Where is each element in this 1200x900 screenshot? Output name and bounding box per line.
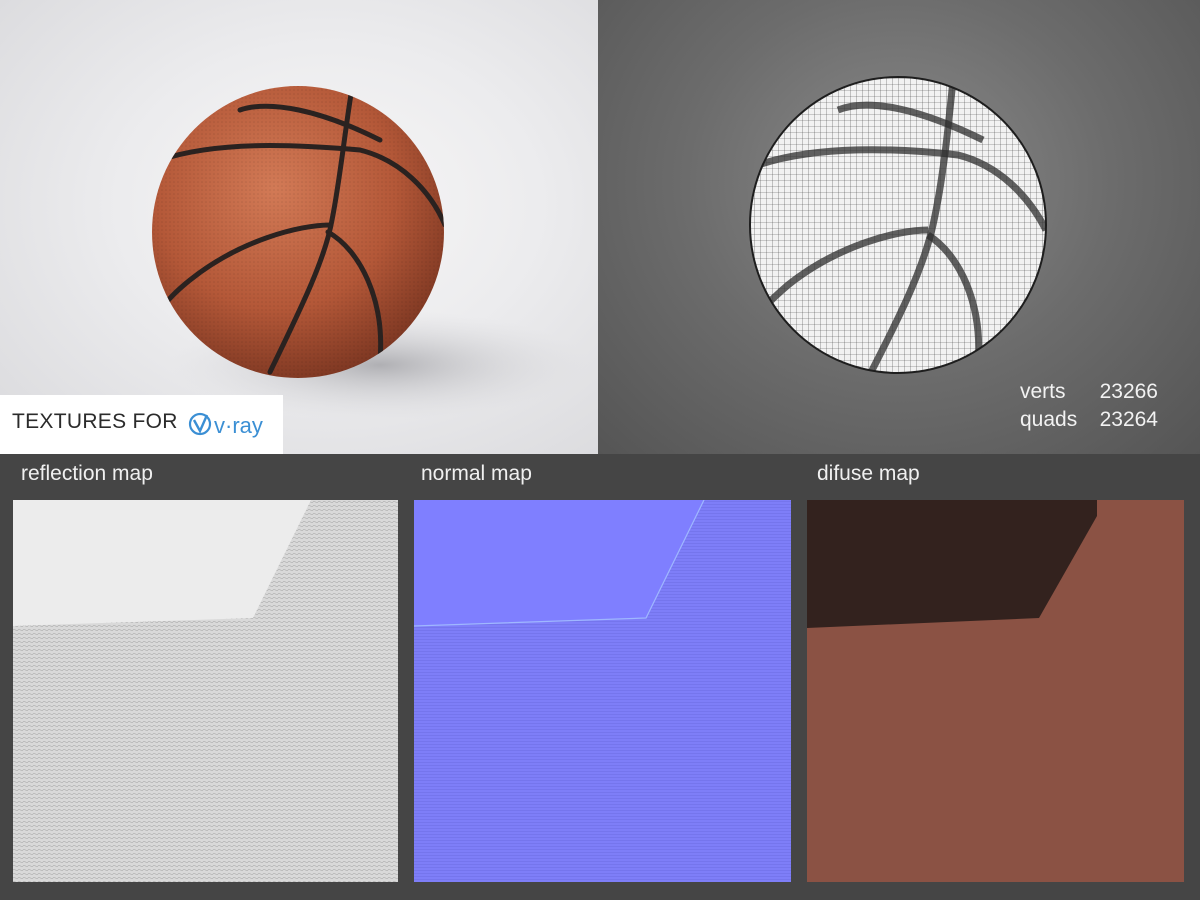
basketball-render-image [152,86,590,420]
wireframe-preview: verts 23266 quads 23264 [598,0,1200,454]
stat-value: 23264 [1099,408,1158,431]
reflection-map-image [13,500,398,882]
diffuse-map-image [807,500,1184,882]
vray-logo-icon: v·ray [188,412,263,438]
normal-map-image [414,500,791,882]
badge-text: TEXTURES FOR [12,410,178,433]
reflection-map [13,500,398,882]
normal-map-title: normal map [421,462,532,485]
reflection-map-title: reflection map [21,462,153,485]
textures-for-vray-badge: TEXTURES FOR v·ray [0,395,283,454]
stat-row-verts: verts 23266 [1020,378,1158,406]
stat-label: quads [1020,408,1078,431]
vray-logo-text: v·ray [214,413,263,438]
mesh-stats: verts 23266 quads 23264 [1020,378,1158,434]
diffuse-map-title: difuse map [817,462,920,485]
stat-label: verts [1020,380,1066,403]
stat-row-quads: quads 23264 [1020,406,1158,434]
stat-value: 23266 [1099,380,1158,403]
normal-map [414,500,791,882]
diffuse-map [807,500,1184,882]
render-preview: TEXTURES FOR v·ray [0,0,598,454]
